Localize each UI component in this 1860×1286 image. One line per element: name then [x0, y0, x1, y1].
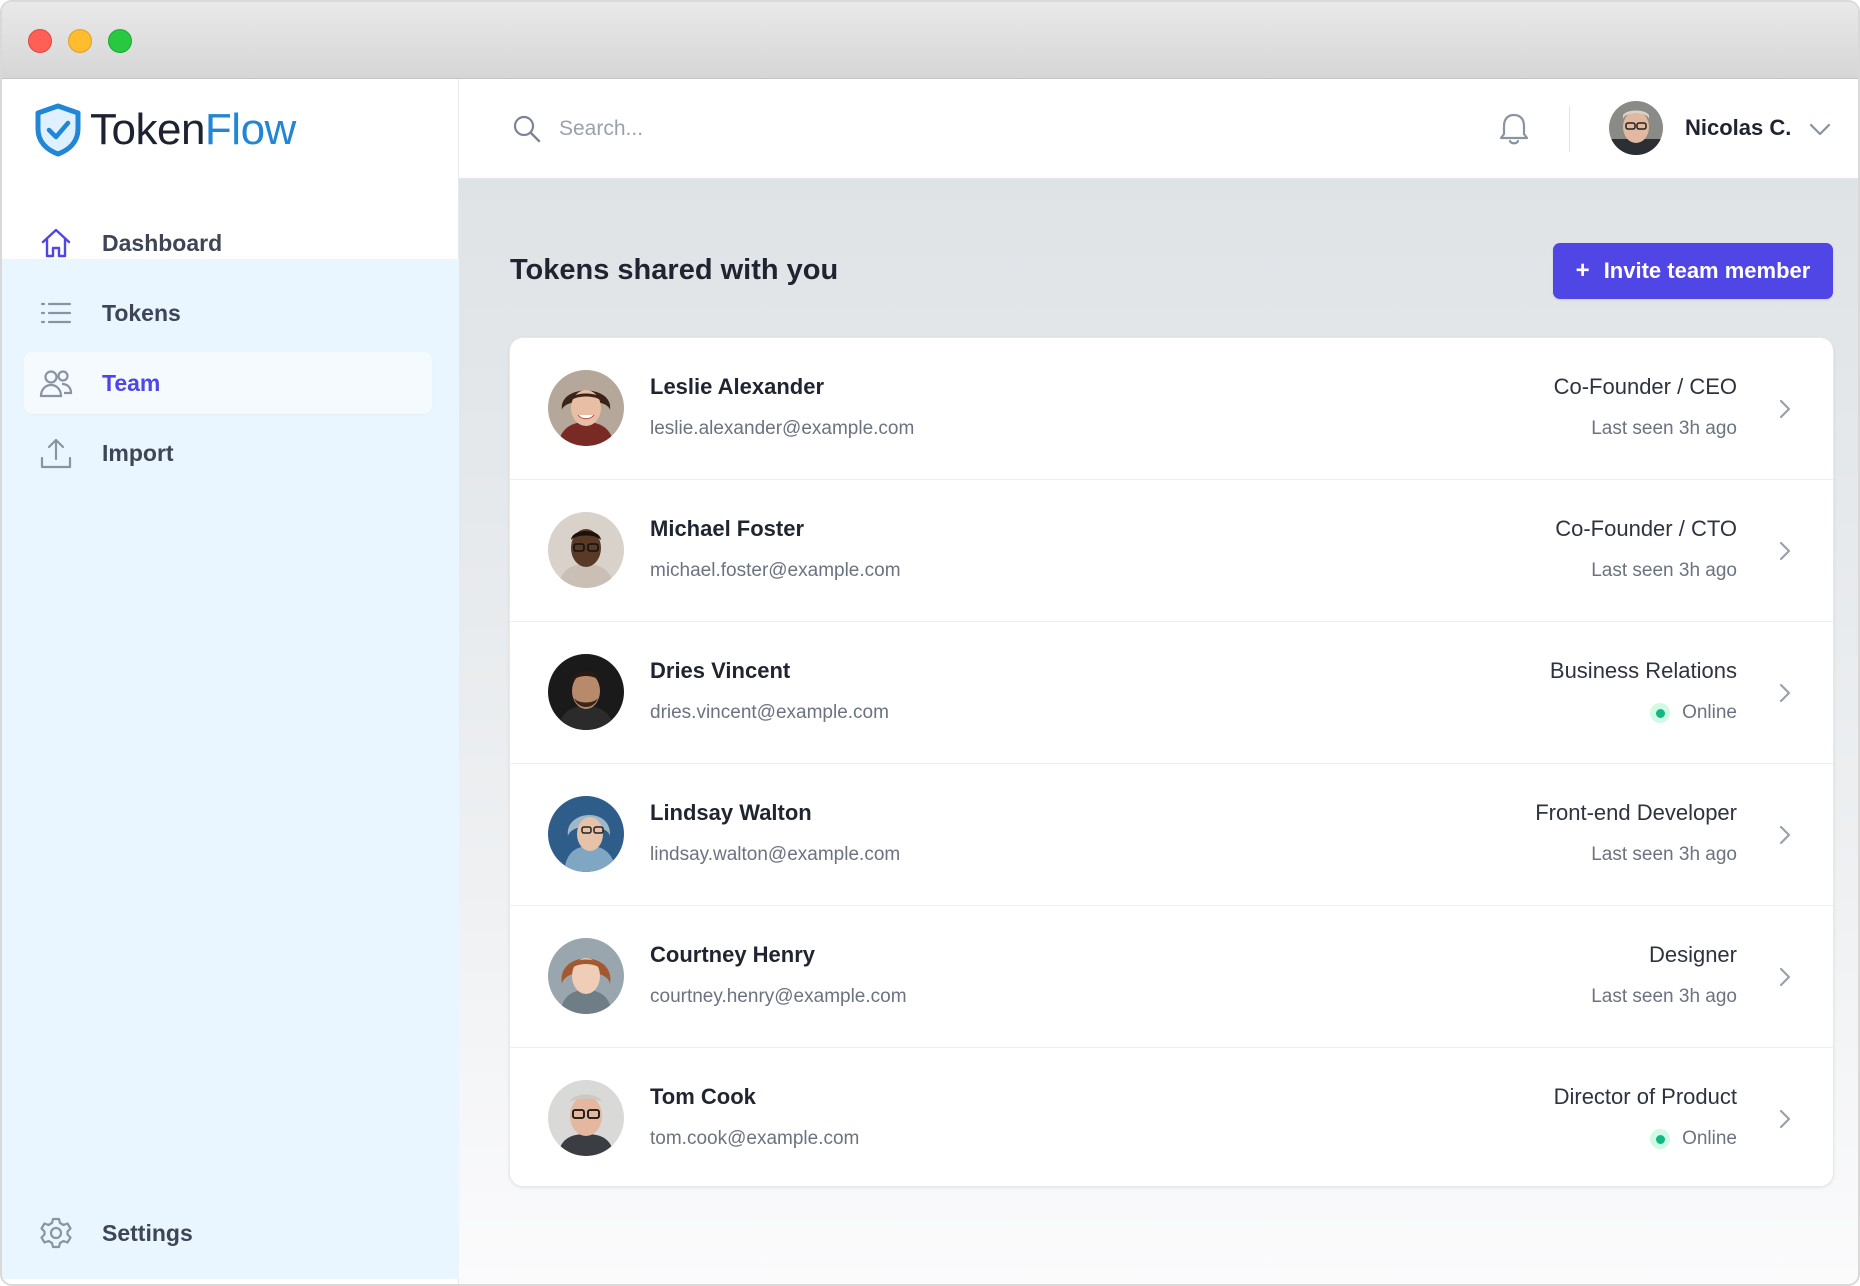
gear-icon [36, 1213, 76, 1253]
logo-text: TokenFlow [90, 105, 296, 154]
member-role: Co-Founder / CTO [1555, 516, 1737, 541]
sidebar-item-label: Team [102, 369, 161, 396]
avatar [548, 654, 624, 730]
member-email: dries.vincent@example.com [650, 702, 889, 723]
member-name: Courtney Henry [650, 942, 816, 967]
sidebar-item-settings[interactable]: Settings [24, 1202, 432, 1264]
member-name: Tom Cook [650, 1084, 756, 1109]
app-window: TokenFlow Dashboard Tokens Team Import S… [0, 0, 1860, 1286]
maximize-window-button[interactable] [108, 29, 132, 53]
avatar [548, 1080, 624, 1156]
member-name: Leslie Alexander [650, 374, 825, 399]
minimize-window-button[interactable] [68, 29, 92, 53]
avatar [548, 938, 624, 1014]
app-logo[interactable]: TokenFlow [34, 101, 296, 159]
sidebar-item-tokens[interactable]: Tokens [24, 282, 432, 344]
list-item[interactable]: Leslie Alexander leslie.alexander@exampl… [510, 338, 1833, 480]
member-email: leslie.alexander@example.com [650, 418, 915, 439]
sidebar: TokenFlow Dashboard Tokens Team Import S… [2, 79, 459, 1284]
chevron-right-icon [1779, 825, 1791, 845]
search-icon [513, 115, 541, 143]
member-name: Dries Vincent [650, 658, 791, 683]
sidebar-item-label: Settings [102, 1219, 193, 1246]
member-status: Last seen 3h ago [1591, 986, 1737, 1007]
home-icon [36, 223, 76, 263]
sidebar-item-team[interactable]: Team [24, 352, 432, 414]
main-content: Tokens shared with you + Invite team mem… [459, 179, 1858, 1284]
list-icon [36, 293, 76, 333]
users-icon [36, 363, 76, 403]
list-item[interactable]: Tom Cook tom.cook@example.com Director o… [510, 1048, 1833, 1186]
invite-team-member-button[interactable]: + Invite team member [1553, 243, 1833, 299]
online-indicator [1650, 1129, 1671, 1149]
chevron-right-icon [1779, 399, 1791, 419]
chevron-right-icon [1779, 683, 1791, 703]
sidebar-item-label: Tokens [102, 299, 181, 326]
member-status: Last seen 3h ago [1591, 560, 1737, 581]
team-list: Leslie Alexander leslie.alexander@exampl… [509, 337, 1834, 1187]
user-avatar[interactable] [1609, 101, 1663, 155]
shield-check-icon [35, 103, 81, 157]
chevron-right-icon [1779, 1109, 1791, 1129]
page-title: Tokens shared with you [510, 254, 839, 286]
member-role: Designer [1648, 942, 1737, 967]
chevron-down-icon[interactable] [1806, 115, 1834, 143]
member-role: Front-end Developer [1535, 800, 1737, 825]
member-email: courtney.henry@example.com [650, 986, 907, 1007]
sidebar-item-import[interactable]: Import [24, 422, 432, 484]
member-status: Online [1650, 1128, 1737, 1150]
chevron-right-icon [1779, 967, 1791, 987]
avatar [548, 370, 624, 446]
sidebar-item-label: Dashboard [102, 229, 223, 256]
member-role: Director of Product [1553, 1084, 1737, 1109]
member-name: Lindsay Walton [650, 800, 812, 825]
member-name: Michael Foster [650, 516, 805, 541]
online-indicator [1650, 703, 1671, 723]
member-role: Business Relations [1549, 658, 1737, 683]
upload-icon [36, 433, 76, 473]
member-status: Last seen 3h ago [1591, 418, 1737, 439]
user-name[interactable]: Nicolas C. [1685, 115, 1791, 141]
member-email: michael.foster@example.com [650, 560, 901, 581]
title-bar [2, 2, 1858, 79]
plus-icon: + [1575, 257, 1590, 284]
search-input[interactable] [559, 107, 1159, 151]
chevron-right-icon [1779, 541, 1791, 561]
member-role: Co-Founder / CEO [1553, 374, 1737, 399]
invite-button-label: Invite team member [1603, 258, 1811, 283]
bell-icon[interactable] [1494, 109, 1534, 149]
member-status: Last seen 3h ago [1591, 844, 1737, 865]
list-item[interactable]: Dries Vincent dries.vincent@example.com … [510, 622, 1833, 764]
sidebar-item-label: Import [102, 439, 174, 466]
member-email: lindsay.walton@example.com [650, 844, 901, 865]
avatar [548, 796, 624, 872]
topbar-divider [1569, 106, 1570, 152]
list-item[interactable]: Lindsay Walton lindsay.walton@example.co… [510, 764, 1833, 906]
list-item[interactable]: Michael Foster michael.foster@example.co… [510, 480, 1833, 622]
list-item[interactable]: Courtney Henry courtney.henry@example.co… [510, 906, 1833, 1048]
sidebar-item-dashboard[interactable]: Dashboard [24, 212, 432, 274]
top-bar: Nicolas C. [459, 79, 1858, 179]
member-email: tom.cook@example.com [650, 1128, 860, 1149]
member-status: Online [1650, 702, 1737, 724]
avatar [548, 512, 624, 588]
close-window-button[interactable] [28, 29, 52, 53]
